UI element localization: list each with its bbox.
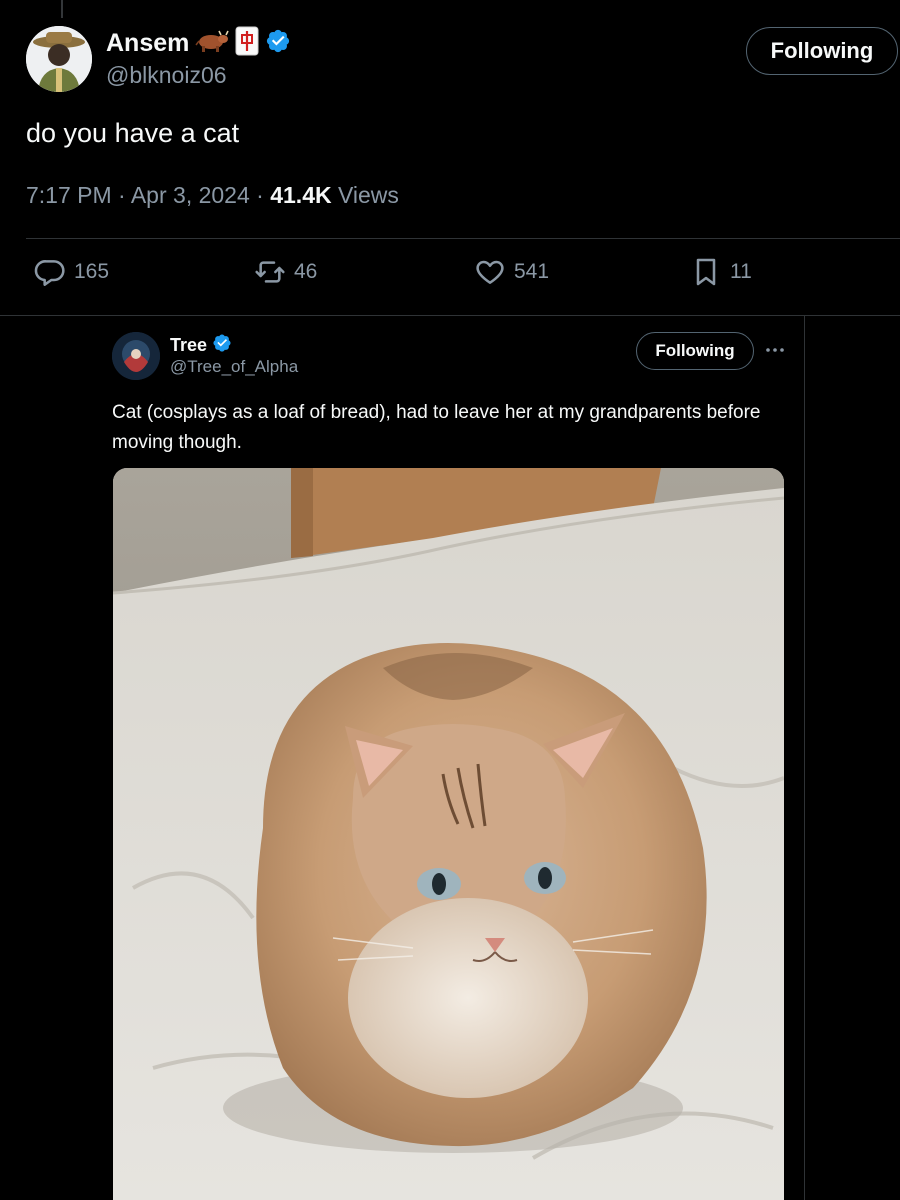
author-row: Ansem (106, 26, 291, 61)
like-icon (476, 260, 504, 284)
reply-photo[interactable] (113, 468, 784, 1200)
reply-author-row: Tree (170, 333, 232, 358)
cat-photo (113, 468, 784, 1200)
following-button[interactable]: Following (746, 27, 898, 75)
reply-avatar[interactable] (112, 332, 160, 380)
more-icon[interactable] (764, 340, 786, 360)
reply-following-button[interactable]: Following (636, 332, 754, 370)
bookmark-button[interactable]: 11 (690, 256, 752, 288)
reply-author-handle[interactable]: @Tree_of_Alpha (170, 357, 298, 377)
reply-icon (34, 260, 65, 286)
main-tweet: Ansem @blknoiz06 Following do you have a… (0, 0, 900, 316)
retweet-button[interactable]: 46 (254, 256, 317, 288)
divider (0, 315, 900, 316)
meta-separator: · (256, 182, 264, 208)
reply-text: Cat (cosplays as a loaf of bread), had t… (112, 402, 761, 453)
reply-author-name[interactable]: Tree (170, 335, 207, 356)
divider (26, 238, 900, 239)
mahjong-emoji (235, 26, 259, 61)
action-bar: 165 46 541 11 (26, 256, 786, 300)
reply-count: 165 (74, 260, 110, 283)
avatar-image (112, 332, 160, 380)
verified-badge-icon (212, 333, 232, 358)
ox-emoji (195, 29, 230, 58)
author-name[interactable]: Ansem (106, 29, 189, 58)
reply-button[interactable]: 165 (34, 256, 109, 288)
retweet-count: 46 (294, 260, 318, 283)
verified-badge-icon (265, 28, 291, 59)
bookmark-count: 11 (730, 260, 752, 283)
avatar[interactable] (26, 26, 92, 92)
meta-separator: · (118, 182, 126, 208)
tweet-time[interactable]: 7:17 PM (26, 182, 112, 208)
bookmark-icon (696, 258, 716, 286)
views-count: 41.4K (270, 182, 332, 208)
tweet-text: do you have a cat (26, 118, 240, 148)
like-count: 541 (514, 260, 550, 283)
author-handle[interactable]: @blknoiz06 (106, 62, 227, 89)
like-button[interactable]: 541 (474, 256, 549, 288)
views-label: Views (337, 182, 399, 208)
tweet-date[interactable]: Apr 3, 2024 (131, 182, 250, 208)
tweet-meta: 7:17 PM · Apr 3, 2024 · 41.4K Views (26, 182, 399, 209)
reply-panel-border (804, 316, 805, 1200)
avatar-image (26, 26, 92, 92)
retweet-icon (255, 261, 285, 283)
